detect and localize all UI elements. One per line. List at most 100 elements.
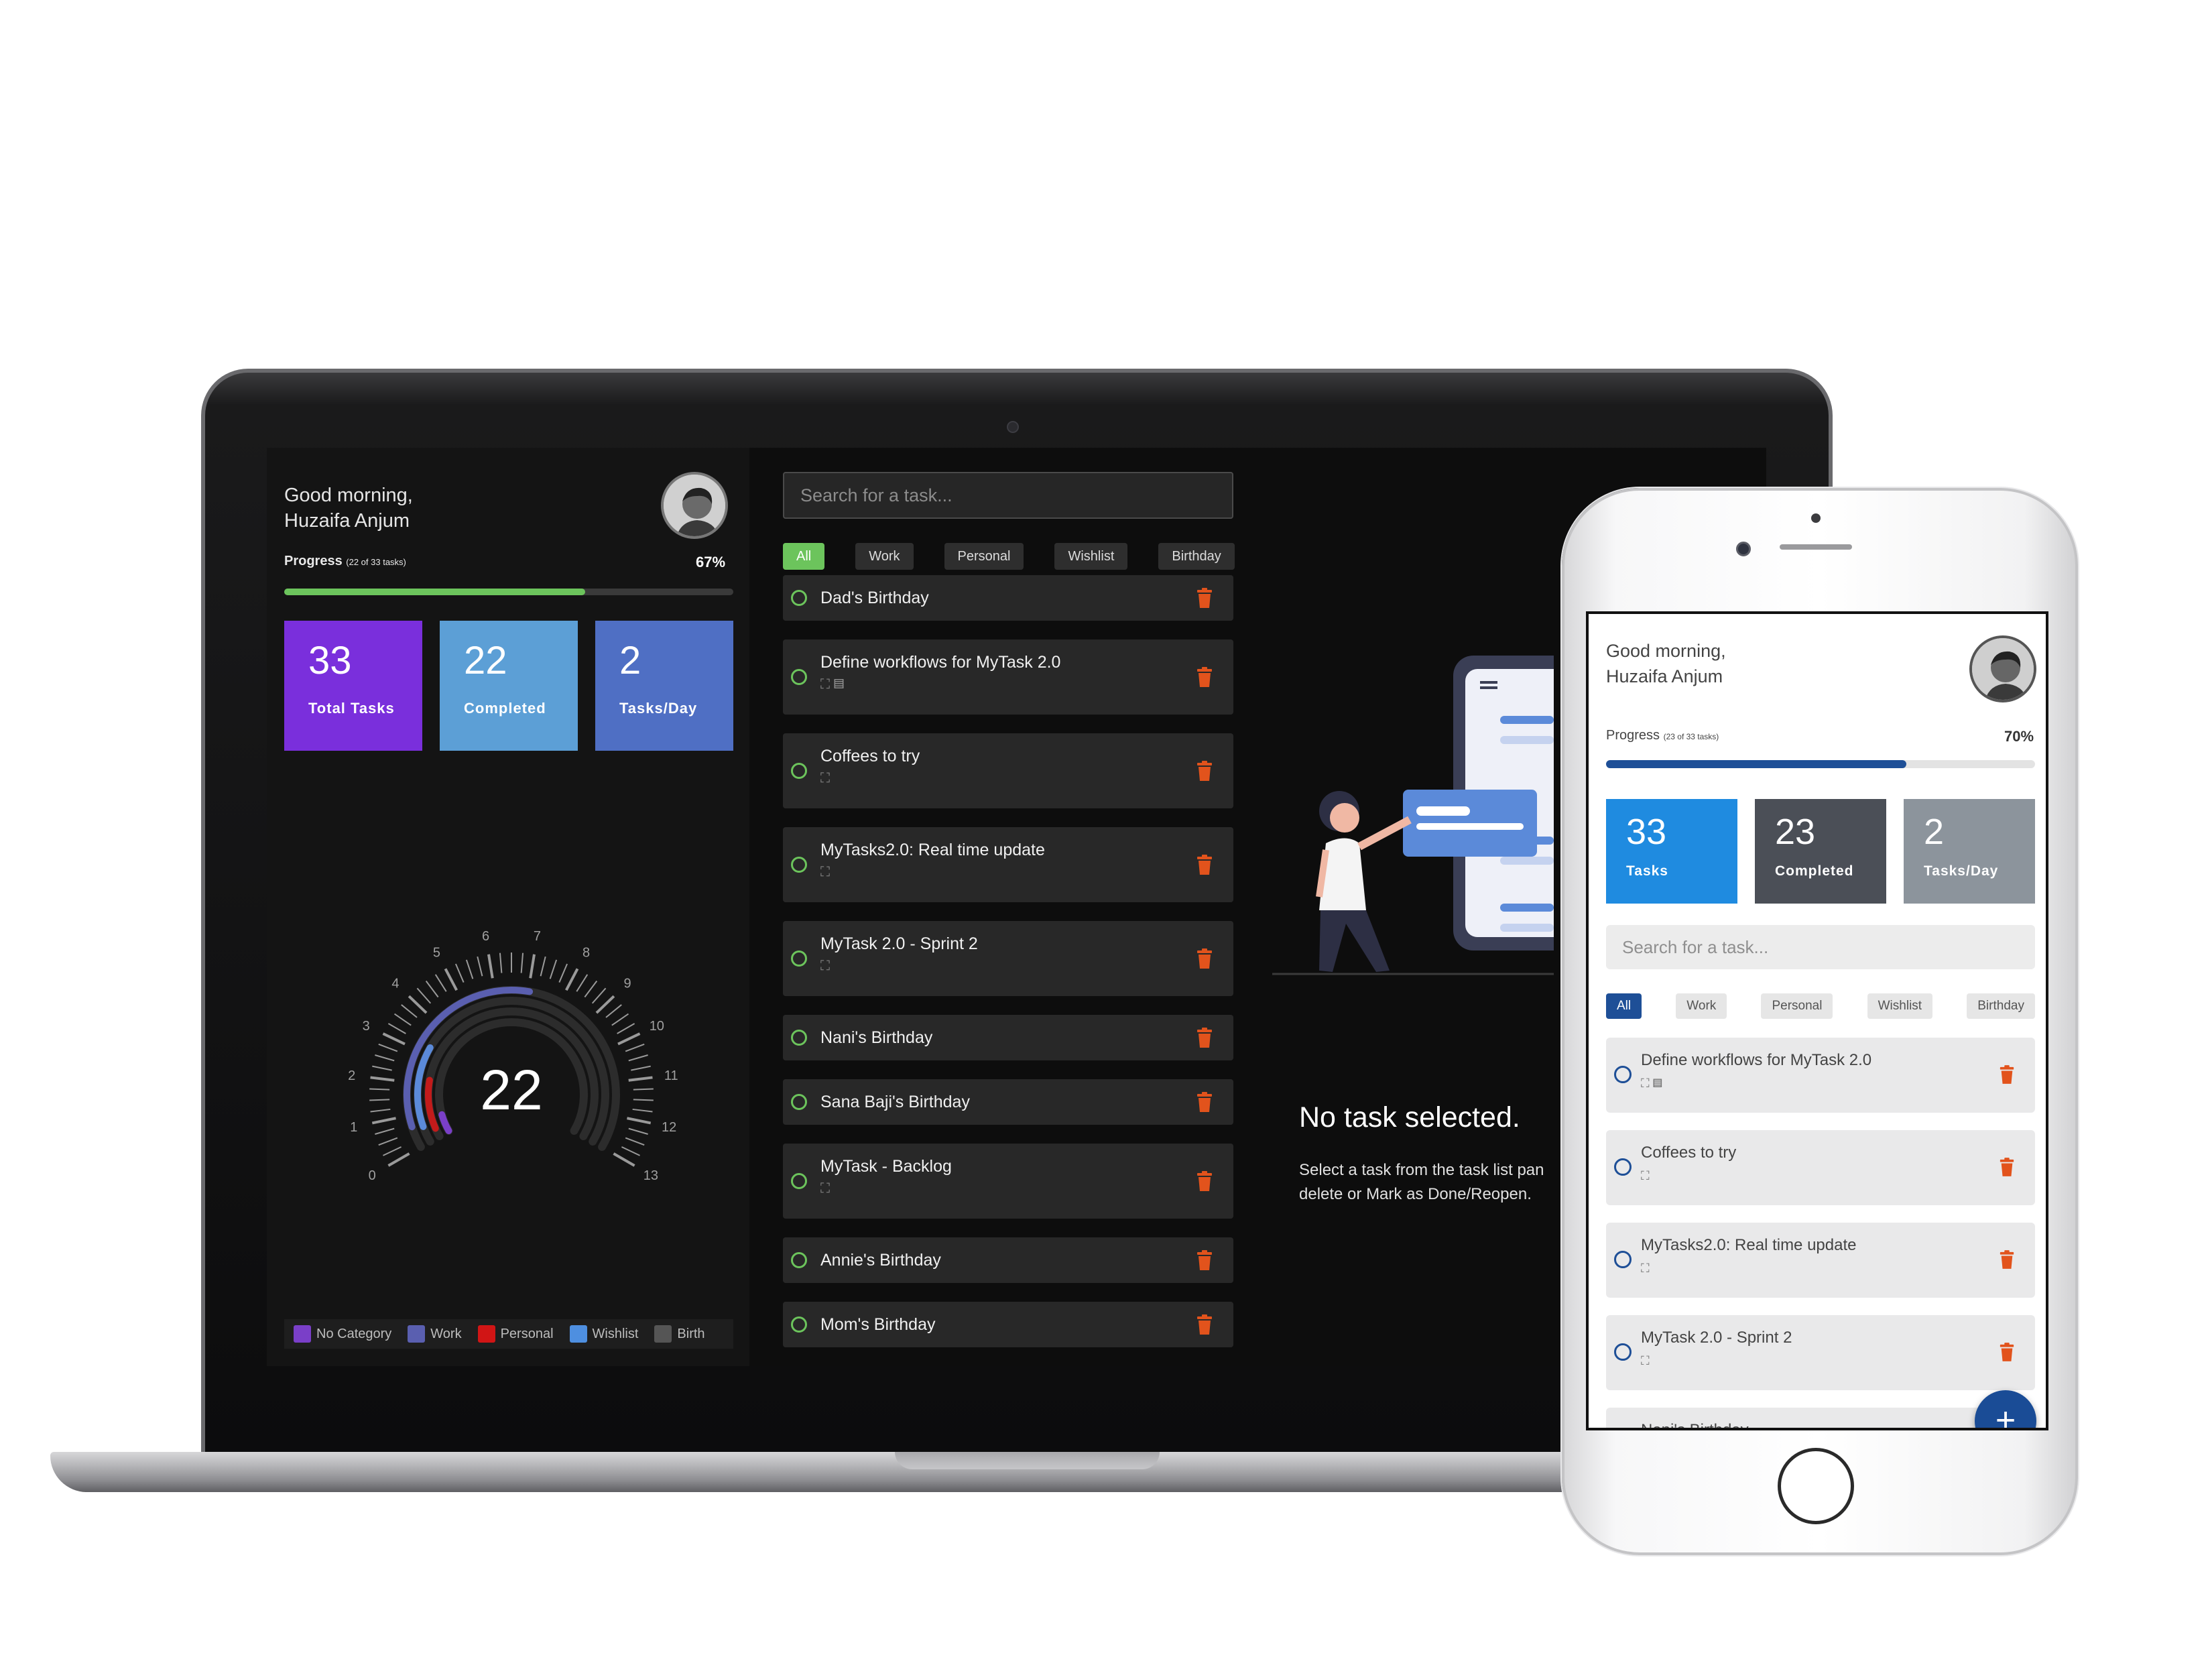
task-title: Annie's Birthday (820, 1251, 941, 1270)
delete-button[interactable] (1196, 1250, 1213, 1270)
task-title: Define workflows for MyTask 2.0 (1641, 1051, 1872, 1069)
complete-toggle[interactable] (1614, 1251, 1632, 1268)
delete-button[interactable] (1196, 1171, 1213, 1191)
chip-birthday[interactable]: Birthday (1967, 993, 2035, 1019)
chip-personal[interactable]: Personal (1761, 993, 1833, 1019)
stat-total-tasks: 33 Total Tasks (284, 621, 422, 751)
complete-toggle[interactable] (1614, 1066, 1632, 1083)
mobile-app-screen: Good morning, Huzaifa Anjum Progress (23… (1586, 611, 2048, 1430)
task-item[interactable]: MyTask 2.0 - Sprint 2 ⛶ (783, 921, 1233, 996)
task-item[interactable]: MyTask 2.0 - Sprint 2 ⛶ (1606, 1315, 2035, 1390)
gauge-tick (387, 1023, 406, 1034)
task-item[interactable]: MyTasks2.0: Real time update ⛶ (1606, 1223, 2035, 1298)
delete-button[interactable] (1999, 1157, 2015, 1177)
task-item[interactable]: Mom's Birthday (783, 1302, 1233, 1347)
gauge-tick-label: 13 (643, 1168, 658, 1183)
delete-button[interactable] (1196, 1092, 1213, 1112)
complete-toggle[interactable] (791, 669, 807, 685)
legend-swatch (477, 1325, 495, 1343)
search-input[interactable]: Search for a task... (1606, 925, 2035, 969)
progress-bar (1606, 760, 2035, 768)
gauge-tick (595, 995, 615, 1014)
chip-wishlist[interactable]: Wishlist (1867, 993, 1933, 1019)
category-gauge: 0123456 7891011121322 (348, 929, 678, 1183)
delete-button[interactable] (1196, 948, 1213, 969)
task-item[interactable]: Dad's Birthday (783, 575, 1233, 621)
home-button[interactable] (1778, 1448, 1854, 1524)
complete-toggle[interactable] (791, 1094, 807, 1110)
chip-birthday[interactable]: Birthday (1158, 543, 1235, 570)
delete-button[interactable] (1196, 855, 1213, 875)
gauge-tick (625, 1137, 645, 1146)
category-filter: All Work Personal Wishlist Birthday (783, 543, 1235, 570)
delete-button[interactable] (1999, 1249, 2015, 1270)
gauge-tick (628, 1054, 648, 1062)
gauge-tick (375, 1127, 395, 1135)
complete-toggle[interactable] (791, 857, 807, 873)
task-item[interactable]: Coffees to try ⛶ (783, 733, 1233, 808)
gauge-tick (529, 954, 536, 979)
gauge-tick (465, 959, 474, 979)
task-item[interactable]: MyTask - Backlog ⛶ (783, 1144, 1233, 1219)
stat-value: 22 (464, 639, 507, 682)
gauge-tick (372, 1065, 392, 1071)
chip-personal[interactable]: Personal (944, 543, 1024, 570)
avatar[interactable] (1969, 635, 2036, 702)
gauge-tick (611, 1013, 629, 1026)
legend-swatch (294, 1325, 311, 1343)
complete-toggle[interactable] (791, 950, 807, 967)
chip-work[interactable]: Work (1676, 993, 1727, 1019)
stat-completed: 23 Completed (1755, 799, 1886, 904)
complete-toggle[interactable] (791, 1030, 807, 1046)
gauge-tick-label: 12 (662, 1120, 676, 1135)
category-filter: All Work Personal Wishlist Birthday (1606, 993, 2035, 1019)
delete-button[interactable] (1196, 761, 1213, 781)
trash-icon (1197, 1092, 1212, 1112)
task-meta-icons: ⛶ (820, 865, 830, 879)
task-item[interactable]: MyTasks2.0: Real time update ⛶ (783, 827, 1233, 902)
chip-wishlist[interactable]: Wishlist (1054, 543, 1128, 570)
empty-state-illustration (1272, 656, 1554, 975)
gauge-tick (378, 1043, 398, 1052)
avatar[interactable] (661, 472, 728, 539)
trash-icon (2000, 1343, 2014, 1361)
complete-toggle[interactable] (791, 763, 807, 779)
complete-toggle[interactable] (791, 1173, 807, 1189)
complete-toggle[interactable] (791, 590, 807, 606)
legend-item: Personal (477, 1325, 554, 1343)
complete-toggle[interactable] (1614, 1343, 1632, 1361)
task-item[interactable]: Coffees to try ⛶ (1606, 1130, 2035, 1205)
chip-all[interactable]: All (1606, 993, 1642, 1019)
task-item[interactable]: Sana Baji's Birthday (783, 1079, 1233, 1125)
trash-icon (1197, 588, 1212, 608)
search-input[interactable]: Search for a task... (783, 472, 1233, 519)
task-item[interactable]: Define workflows for MyTask 2.0 ⛶ ▤ (1606, 1038, 2035, 1113)
delete-button[interactable] (1999, 1064, 2015, 1085)
delete-button[interactable] (1196, 1314, 1213, 1335)
gauge-tick (628, 1127, 648, 1135)
gauge-tick (565, 968, 579, 991)
chip-work[interactable]: Work (855, 543, 914, 570)
gauge-tick (605, 1004, 622, 1018)
legend-label: Birth (677, 1326, 705, 1341)
delete-button[interactable] (1999, 1342, 2015, 1362)
complete-toggle[interactable] (791, 1316, 807, 1333)
avatar-image (1972, 638, 2034, 700)
stat-value: 33 (308, 639, 352, 682)
progress-bar (284, 589, 733, 595)
task-item[interactable]: Nani's Birthday (1606, 1408, 2035, 1428)
task-item[interactable]: Define workflows for MyTask 2.0 ⛶ ▤ (783, 639, 1233, 715)
gauge-tick-label: 5 (433, 945, 440, 960)
delete-button[interactable] (1196, 1028, 1213, 1048)
complete-toggle[interactable] (791, 1252, 807, 1268)
complete-toggle[interactable] (1614, 1158, 1632, 1176)
delete-button[interactable] (1196, 667, 1213, 687)
chip-all[interactable]: All (783, 543, 825, 570)
task-item[interactable]: Annie's Birthday (783, 1237, 1233, 1283)
legend-swatch (654, 1325, 672, 1343)
progress-percent: 67% (696, 554, 726, 570)
task-meta-icons: ⛶ ▤ (820, 677, 845, 692)
delete-button[interactable] (1196, 588, 1213, 608)
task-item[interactable]: Nani's Birthday (783, 1015, 1233, 1060)
add-task-button[interactable]: + (1975, 1390, 2036, 1428)
